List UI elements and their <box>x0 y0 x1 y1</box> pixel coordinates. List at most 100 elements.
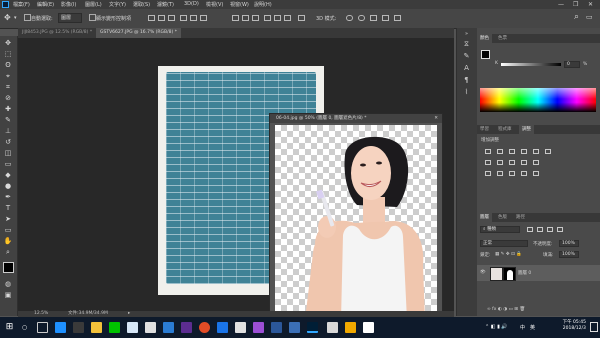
auto-select-checkbox[interactable] <box>24 14 31 21</box>
blend-mode-dropdown[interactable]: 正常 <box>480 240 528 247</box>
menu-type[interactable]: 文字(Y) <box>109 1 126 8</box>
menu-window[interactable]: 視窗(W) <box>230 1 249 8</box>
properties-panel-icon[interactable]: ✎ <box>462 52 471 60</box>
tab-paths[interactable]: 路徑 <box>513 213 528 222</box>
color-foreground-swatch[interactable] <box>481 50 490 59</box>
tab-swatches[interactable]: 色票 <box>495 34 510 43</box>
menu-select[interactable]: 選取(S) <box>133 1 150 8</box>
color-value-field[interactable]: 0 <box>564 61 580 68</box>
lock-icons[interactable]: ▦ ✎ ✥ ⊡ 🔒 <box>495 252 522 257</box>
tab-layers[interactable]: 圖層 <box>477 213 492 222</box>
tab-jiji8453[interactable]: JIJI8453.JPG @ 12.5% (RGB/8) * <box>18 28 96 38</box>
eraser-tool[interactable]: ◫ <box>3 149 13 157</box>
distribute-vcenter-icon[interactable] <box>242 15 249 21</box>
quick-mask-icon[interactable]: ◍ <box>3 280 13 288</box>
layer-panel-footer-icons[interactable]: ∞ fx ◐ ◑ ▭ ⊞ 🗑 <box>487 307 525 312</box>
layer-name[interactable]: 圖層 0 <box>518 270 531 276</box>
store-icon[interactable] <box>73 322 84 333</box>
menu-layer[interactable]: 圖層(L) <box>85 1 102 8</box>
filter-adjustment-icon[interactable] <box>537 227 543 232</box>
dodge-tool[interactable]: ● <box>3 182 13 190</box>
history-brush-tool[interactable]: ↺ <box>3 138 13 146</box>
layer-row[interactable]: 👁 圖層 0 <box>477 265 600 281</box>
floating-window-titlebar[interactable]: 06-04.jpg @ 50% (圖層 0, 圖層遮色片/8) * ✕ <box>270 114 442 123</box>
layer-kind-filter[interactable]: ⌕ 種類 <box>480 226 520 233</box>
pen-tool[interactable]: ✒ <box>3 193 13 201</box>
color-slider-track[interactable] <box>501 63 561 66</box>
brush-panel-icon[interactable]: ⌇ <box>462 88 471 96</box>
workspace-search-icon[interactable]: ⌕ <box>574 12 579 22</box>
task-view-icon[interactable] <box>37 322 48 333</box>
floating-document-window[interactable]: 06-04.jpg @ 50% (圖層 0, 圖層遮色片/8) * ✕ <box>269 113 443 321</box>
opacity-field[interactable]: 100% <box>559 240 579 247</box>
path-select-tool[interactable]: ➤ <box>3 215 13 223</box>
distribute-right-icon[interactable] <box>284 15 291 21</box>
tab-learn[interactable]: 學習 <box>477 125 492 134</box>
filter-pixel-icon[interactable] <box>527 227 533 232</box>
onenote-icon[interactable] <box>181 322 192 333</box>
posterize-icon[interactable] <box>497 171 503 176</box>
color-balance-icon[interactable] <box>485 160 491 165</box>
threshold-icon[interactable] <box>509 171 515 176</box>
filter-shape-icon[interactable] <box>557 227 563 232</box>
black-white-icon[interactable] <box>497 160 503 165</box>
chrome-icon[interactable] <box>199 322 210 333</box>
invert-icon[interactable] <box>485 171 491 176</box>
tab-libraries[interactable]: 程式庫 <box>495 125 515 134</box>
floating-window-close-button[interactable]: ✕ <box>434 114 438 123</box>
preset-dropdown-icon[interactable]: ▾ <box>14 15 17 21</box>
restore-button[interactable]: ❐ <box>573 1 578 8</box>
crop-tool[interactable]: ⌗ <box>3 83 13 91</box>
tray-icons[interactable]: ⌃ ◧ ▮ 🔊 <box>485 324 508 330</box>
auto-select-dropdown[interactable]: 圖層 <box>58 13 82 23</box>
selective-color-icon[interactable] <box>521 171 527 176</box>
vibrance-icon[interactable] <box>533 149 539 154</box>
move-tool[interactable]: ✥ <box>3 39 13 47</box>
gradient-tool[interactable]: ▭ <box>3 160 13 168</box>
paint-icon[interactable] <box>235 322 246 333</box>
eyedropper-tool[interactable]: ⊘ <box>3 94 13 102</box>
app-icon[interactable] <box>253 322 264 333</box>
folder-icon[interactable] <box>345 322 356 333</box>
workspace-switcher-icon[interactable]: ▭ <box>586 13 593 21</box>
menu-filter[interactable]: 濾鏡(T) <box>157 1 174 8</box>
3d-slide-icon[interactable] <box>382 15 389 21</box>
color-spectrum[interactable] <box>480 88 596 112</box>
filter-type-icon[interactable] <box>547 227 553 232</box>
calendar-icon[interactable] <box>145 322 156 333</box>
distribute-hcenter-icon[interactable] <box>274 15 281 21</box>
file-explorer-icon[interactable] <box>91 322 102 333</box>
edge-icon[interactable] <box>55 322 66 333</box>
brightness-icon[interactable] <box>485 149 491 154</box>
photos-icon[interactable] <box>289 322 300 333</box>
brush-tool[interactable]: ✎ <box>3 116 13 124</box>
notepad-icon[interactable] <box>327 322 338 333</box>
marquee-tool[interactable]: ⬚ <box>3 50 13 58</box>
distribute-top-icon[interactable] <box>232 15 239 21</box>
search-icon[interactable]: ○ <box>19 322 30 333</box>
tab-color[interactable]: 顏色 <box>477 34 492 43</box>
messenger-icon[interactable] <box>163 322 174 333</box>
color-lookup-icon[interactable] <box>533 160 539 165</box>
menu-image[interactable]: 影像(I) <box>61 1 76 8</box>
gradient-map-icon[interactable] <box>533 171 539 176</box>
3d-pan-icon[interactable] <box>370 15 377 21</box>
healing-tool[interactable]: ✚ <box>3 105 13 113</box>
photoshop-taskbar-icon[interactable] <box>307 322 318 333</box>
distribute-bottom-icon[interactable] <box>252 15 259 21</box>
tab-channels[interactable]: 色版 <box>495 213 510 222</box>
hand-tool[interactable]: ✋ <box>3 237 13 245</box>
channel-mixer-icon[interactable] <box>521 160 527 165</box>
line-icon[interactable] <box>109 322 120 333</box>
stamp-tool[interactable]: ⊥ <box>3 127 13 135</box>
align-hcenter-icon[interactable] <box>190 15 197 21</box>
fill-field[interactable]: 100% <box>559 251 579 258</box>
shape-tool[interactable]: ▭ <box>3 226 13 234</box>
curves-icon[interactable] <box>509 149 515 154</box>
3d-roll-icon[interactable] <box>358 15 365 21</box>
layer-visibility-eye-icon[interactable]: 👁 <box>480 270 486 275</box>
align-bottom-icon[interactable] <box>168 15 175 21</box>
move-tool-preset-icon[interactable]: ✥ <box>4 13 11 22</box>
word-icon[interactable] <box>271 322 282 333</box>
layer-mask-thumbnail[interactable] <box>503 267 516 281</box>
